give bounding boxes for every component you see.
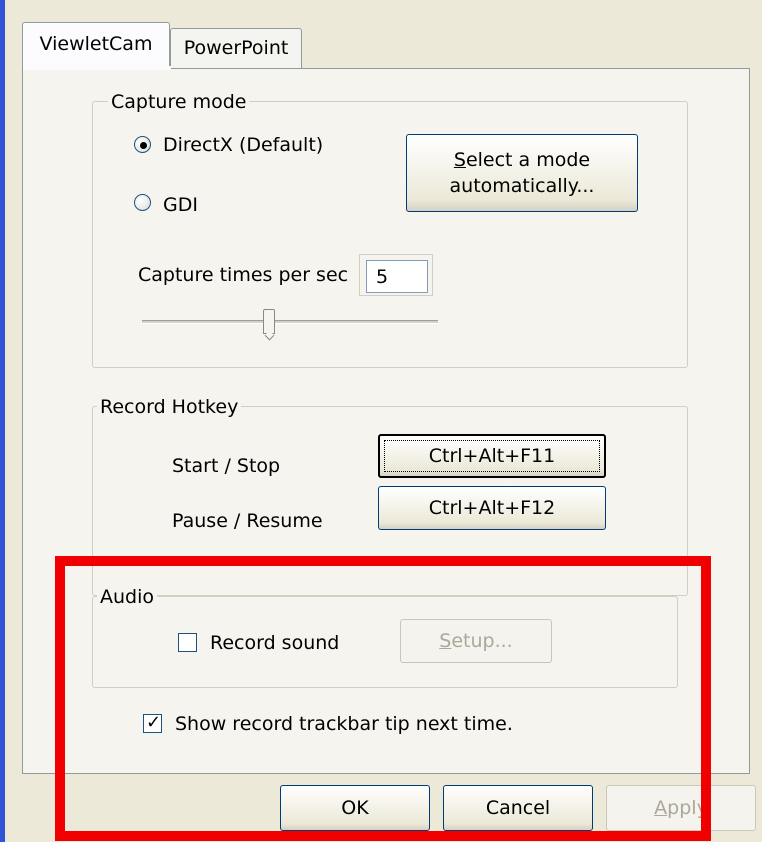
start-stop-label: Start / Stop <box>172 455 281 477</box>
show-trackbar-tip-checkbox[interactable]: ✓ <box>143 712 162 733</box>
focus-ring <box>384 440 600 472</box>
tab-powerpoint[interactable]: PowerPoint <box>170 28 302 68</box>
select-mode-automatically-button[interactable]: Select a mode automatically... <box>406 134 638 212</box>
capture-times-label: Capture times per sec <box>138 264 349 286</box>
show-trackbar-tip-label: Show record trackbar tip next time. <box>175 713 513 735</box>
accelerator-key: S <box>439 630 452 652</box>
cancel-button[interactable]: Cancel <box>443 785 593 831</box>
checkmark-icon: ✓ <box>145 712 162 733</box>
record-hotkey-title: Record Hotkey <box>97 395 242 419</box>
active-tab-join <box>23 66 171 70</box>
button-label: Cancel <box>485 797 551 819</box>
capture-times-input[interactable]: 5 <box>366 260 428 293</box>
button-label-line2: automatically... <box>449 175 595 197</box>
accelerator-key: A <box>654 797 668 819</box>
directx-radio[interactable] <box>134 136 151 153</box>
gdi-radio[interactable] <box>134 194 151 211</box>
tab-label: PowerPoint <box>183 37 289 59</box>
tab-viewletcam[interactable]: ViewletCam <box>22 22 170 70</box>
accelerator-key: S <box>453 149 466 171</box>
pause-resume-label: Pause / Resume <box>172 510 323 532</box>
apply-button[interactable]: Apply <box>606 785 756 831</box>
setup-button[interactable]: Setup... <box>400 619 552 663</box>
window-left-border <box>0 0 5 842</box>
start-stop-hotkey-button[interactable]: Ctrl+Alt+F11 <box>378 434 606 478</box>
capture-rate-slider-thumb[interactable] <box>263 309 276 334</box>
audio-title: Audio <box>97 585 158 609</box>
tab-label: ViewletCam <box>39 33 153 55</box>
gdi-label: GDI <box>163 194 198 216</box>
pause-resume-hotkey-button[interactable]: Ctrl+Alt+F12 <box>378 486 606 530</box>
ok-button[interactable]: OK <box>280 785 430 831</box>
capture-mode-title: Capture mode <box>108 90 250 114</box>
button-label: pply <box>667 797 708 819</box>
button-label: OK <box>341 797 369 819</box>
radio-selected-dot <box>140 142 147 149</box>
directx-label: DirectX (Default) <box>163 134 324 156</box>
button-label-text: elect a mode <box>465 149 591 171</box>
record-sound-label: Record sound <box>210 632 340 654</box>
button-label-line1: Select a mode <box>454 147 590 173</box>
record-sound-checkbox[interactable] <box>178 633 197 652</box>
button-label: Ctrl+Alt+F12 <box>428 497 556 519</box>
capture-rate-slider-track[interactable] <box>142 320 438 324</box>
button-label: etup... <box>451 630 513 652</box>
